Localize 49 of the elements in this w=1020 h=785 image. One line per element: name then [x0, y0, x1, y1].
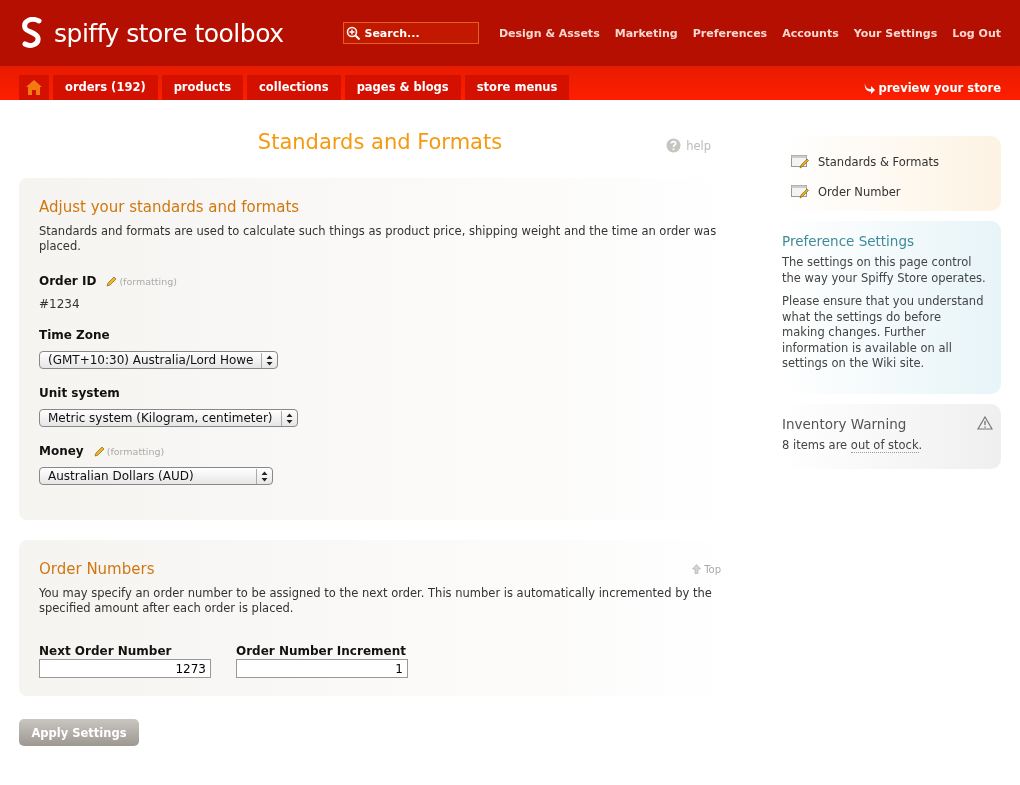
dropdown[interactable]: Australian Dollars (AUD) [39, 467, 273, 485]
section-description: Standards and formats are used to calculate such things as product price, shipping weight and the time an order was placed. [39, 224, 718, 254]
up-arrow-icon [692, 564, 702, 574]
nav-link[interactable]: Preferences [692, 26, 768, 40]
home-icon [25, 79, 43, 96]
home-tab[interactable] [19, 75, 49, 100]
sidebar-item[interactable]: Standards & Formats [791, 154, 991, 169]
pencil-icon [106, 275, 118, 287]
logo-icon [19, 17, 45, 49]
nav-tab[interactable]: collections [247, 75, 341, 100]
nav-tab[interactable]: products [161, 75, 244, 100]
nav-tab[interactable]: orders (192) [53, 75, 158, 100]
nav-tab[interactable]: pages & blogs [344, 75, 461, 100]
warning-text: 8 items are out of stock. [782, 437, 924, 453]
nav-link[interactable]: Log Out [952, 26, 1001, 40]
dropdown[interactable]: Metric system (Kilogram, centimeter) [39, 409, 298, 427]
field-label: Order Number Increment [236, 644, 407, 658]
warning-icon [977, 415, 993, 430]
section-description: You may specify an order number to be assigned to the next order. This number is automatically incremented by the specified amount after each order is placed. [39, 586, 713, 616]
field-label: Time Zone [39, 328, 110, 342]
pencil-icon [93, 445, 105, 457]
nav-link[interactable]: Your Settings [853, 26, 938, 40]
logo-text: spiffy store toolbox [54, 18, 284, 48]
document-pencil-icon [791, 184, 809, 199]
panel-title: Inventory Warning [782, 415, 907, 432]
section-title: Order Numbers [39, 560, 155, 578]
nav-link[interactable]: Design & Assets [498, 26, 600, 40]
help-icon [666, 138, 682, 153]
panel-text: Please ensure that you understand what the settings do before making changes. Further information is available on all settings on the Wiki site. [782, 294, 985, 372]
field-label: Unit system [39, 386, 120, 400]
search-field[interactable]: Search... [343, 22, 480, 44]
panel-text: The settings on this page control the way your Spiffy Store operates. [782, 255, 987, 286]
preview-link[interactable]: preview your store [863, 80, 1001, 95]
nav-link[interactable]: Accounts [782, 26, 839, 40]
page-title: Standards and Formats [257, 130, 503, 154]
nav-link[interactable]: Marketing [614, 26, 678, 40]
sidebar-item[interactable]: Order Number [791, 184, 991, 199]
field-label: Next Order Number [39, 644, 173, 658]
field-value: #1234 [39, 297, 81, 311]
number-field[interactable]: 1 [236, 659, 408, 678]
panel-title: Preference Settings [782, 233, 916, 249]
field-label: Order ID [39, 274, 97, 288]
field-label: Money [39, 444, 84, 458]
document-pencil-icon [791, 154, 809, 169]
stock-link[interactable]: out of stock [850, 437, 919, 453]
number-field[interactable]: 1273 [39, 659, 211, 678]
section-title: Adjust your standards and formats [39, 198, 300, 216]
dropdown[interactable]: (GMT+10:30) Australia/Lord Howe [39, 351, 279, 369]
nav-tab[interactable]: store menus [464, 75, 570, 100]
